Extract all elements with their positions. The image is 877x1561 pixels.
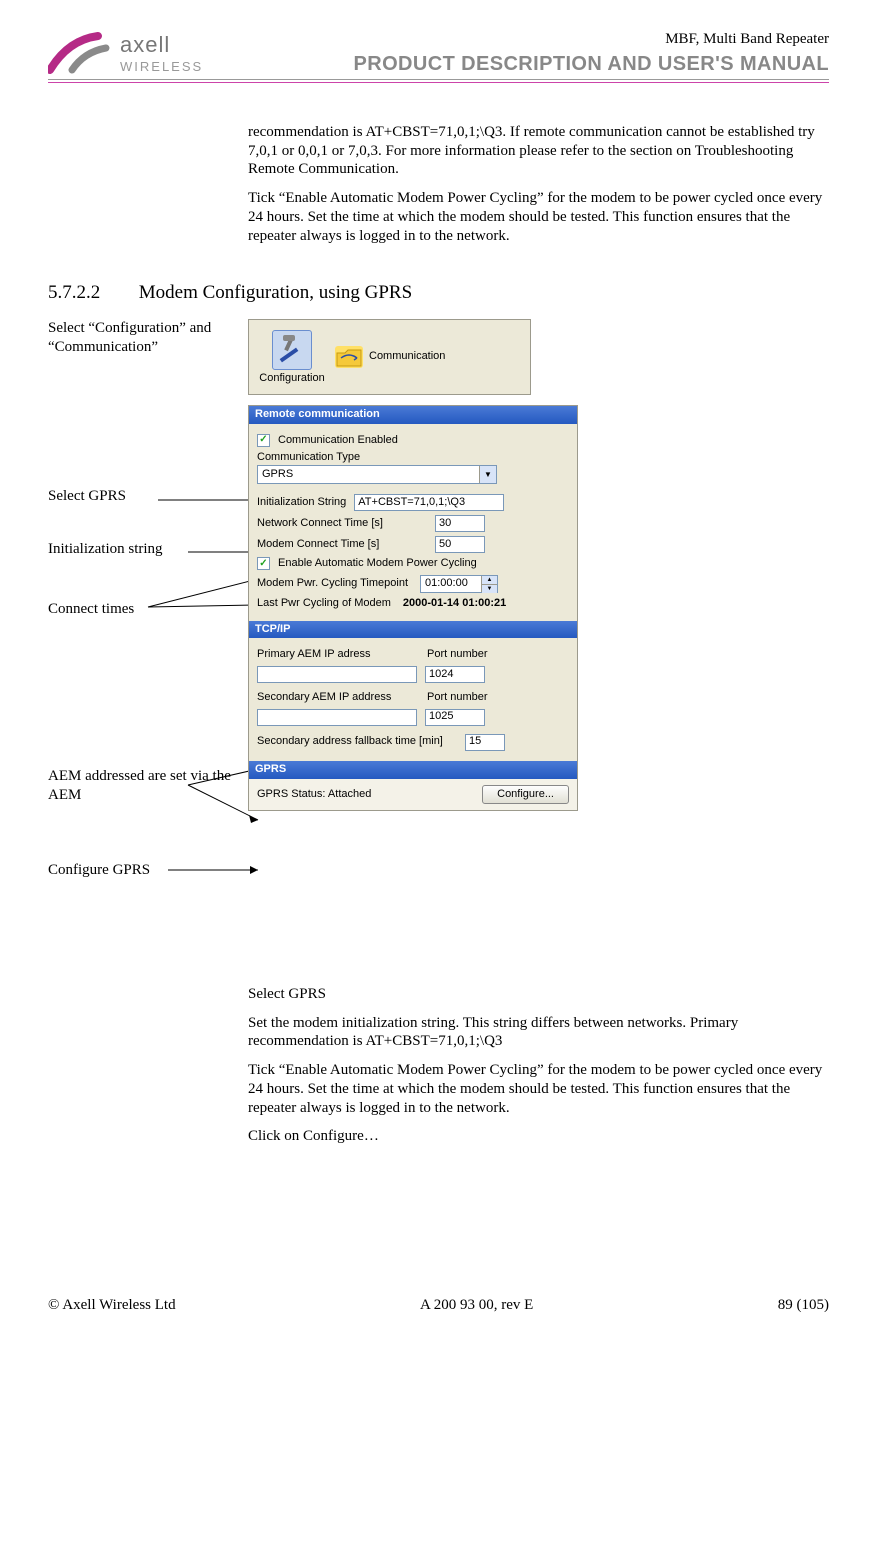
page-footer: © Axell Wireless Ltd A 200 93 00, rev E … (48, 1296, 829, 1315)
tcp-labels-1: Primary AEM IP adress Port number (257, 648, 569, 662)
fallback-input[interactable]: 15 (465, 734, 505, 751)
spinner-buttons[interactable]: ▲▼ (481, 576, 497, 592)
section-heading: 5.7.2.2 Modem Configuration, using GPRS (48, 281, 829, 305)
port-label-2: Port number (427, 691, 488, 705)
annot-select-gprs: Select GPRS (48, 487, 238, 506)
modem-time-row: Modem Connect Time [s] 50 (257, 536, 569, 553)
remote-comm-header: Remote communication (249, 406, 577, 424)
prim-ip-label: Primary AEM IP adress (257, 648, 407, 662)
header-accent-rule (48, 82, 829, 83)
fallback-label: Secondary address fallback time [min] (257, 735, 457, 749)
annot-aem: AEM addressed are set via the AEM (48, 767, 238, 805)
tcp-labels-2: Secondary AEM IP address Port number (257, 691, 569, 705)
init-string-label: Initialization String (257, 496, 346, 510)
footer-left: © Axell Wireless Ltd (48, 1296, 176, 1315)
tcpip-header: TCP/IP (249, 621, 577, 639)
comm-type-select[interactable]: GPRS ▼ (257, 465, 497, 484)
remote-comm-body: ✓ Communication Enabled Communication Ty… (249, 424, 577, 621)
doc-name: MBF, Multi Band Repeater (354, 30, 830, 49)
chevron-down-icon: ▼ (479, 466, 496, 483)
intro-para-1: recommendation is AT+CBST=71,0,1;\Q3. If… (248, 123, 829, 179)
comm-enabled-row: ✓ Communication Enabled (257, 434, 569, 448)
brand-logo: axell WIRELESS (48, 30, 203, 76)
fallback-row: Secondary address fallback time [min] 15 (257, 734, 569, 751)
communication-folder-icon[interactable] (335, 346, 363, 368)
prim-port-input[interactable]: 1024 (425, 666, 485, 683)
prim-ip-input[interactable] (257, 666, 417, 683)
cycle-timepoint-row: Modem Pwr. Cycling Timepoint 01:00:00 ▲▼ (257, 575, 569, 593)
init-string-input[interactable]: AT+CBST=71,0,1;\Q3 (354, 494, 504, 511)
net-time-label: Network Connect Time [s] (257, 517, 427, 531)
gprs-header: GPRS (249, 761, 577, 779)
post-para-4: Click on Configure… (248, 1127, 829, 1146)
post-block: Select GPRS Set the modem initialization… (248, 985, 829, 1146)
doc-subtitle: PRODUCT DESCRIPTION AND USER'S MANUAL (354, 52, 830, 77)
tcpip-body: Primary AEM IP adress Port number 1024 S… (249, 638, 577, 761)
last-cycle-value: 2000-01-14 01:00:21 (403, 597, 506, 611)
step-1-row: Select “Configuration” and “Communicatio… (48, 319, 829, 395)
cycle-timepoint-input[interactable]: 01:00:00 ▲▼ (420, 575, 498, 593)
last-cycle-label: Last Pwr Cycling of Modem (257, 597, 391, 611)
configuration-label: Configuration (257, 372, 327, 386)
comm-enabled-label: Communication Enabled (278, 434, 398, 448)
modem-time-input[interactable]: 50 (435, 536, 485, 553)
footer-right: 89 (105) (778, 1296, 829, 1315)
auto-cycle-label: Enable Automatic Modem Power Cycling (278, 557, 477, 571)
auto-cycle-checkbox[interactable]: ✓ (257, 557, 270, 570)
port-label-1: Port number (427, 648, 488, 662)
brand-line2: WIRELESS (120, 59, 203, 75)
sec-ip-input[interactable] (257, 709, 417, 726)
net-time-row: Network Connect Time [s] 30 (257, 515, 569, 532)
gprs-body: GPRS Status: Attached Configure... (249, 779, 577, 811)
comm-type-value: GPRS (262, 468, 293, 482)
post-para-2: Set the modem initialization string. Thi… (248, 1014, 829, 1052)
cycle-timepoint-label: Modem Pwr. Cycling Timepoint (257, 577, 412, 591)
annot-connect-times: Connect times (48, 600, 238, 619)
cycle-timepoint-value: 01:00:00 (421, 577, 481, 591)
annot-configure: Configure GPRS (48, 861, 238, 880)
wrench-hammer-icon (272, 330, 312, 370)
configure-button[interactable]: Configure... (482, 785, 569, 805)
page-header: axell WIRELESS MBF, Multi Band Repeater … (48, 30, 829, 80)
header-titles: MBF, Multi Band Repeater PRODUCT DESCRIP… (354, 30, 830, 77)
annotated-block: Select GPRS Initialization string Connec… (48, 405, 829, 965)
last-cycle-row: Last Pwr Cycling of Modem 2000-01-14 01:… (257, 597, 569, 611)
modem-time-label: Modem Connect Time [s] (257, 538, 427, 552)
intro-para-2: Tick “Enable Automatic Modem Power Cycli… (248, 189, 829, 245)
section-title: Modem Configuration, using GPRS (139, 282, 412, 303)
sec-port-input[interactable]: 1025 (425, 709, 485, 726)
section-number: 5.7.2.2 (48, 281, 134, 305)
comm-enabled-checkbox[interactable]: ✓ (257, 434, 270, 447)
brand-line1: axell (120, 31, 203, 59)
tcp-inputs-2: 1025 (257, 709, 569, 726)
init-string-row: Initialization String AT+CBST=71,0,1;\Q3 (257, 494, 569, 511)
remote-comm-window: Remote communication ✓ Communication Ena… (248, 405, 578, 812)
toolbar-figure: Configuration Communication (248, 319, 531, 395)
annot-init-string: Initialization string (48, 540, 238, 559)
tcp-inputs-1: 1024 (257, 666, 569, 683)
configuration-button[interactable]: Configuration (255, 326, 329, 388)
brand-text: axell WIRELESS (120, 31, 203, 75)
gprs-status: GPRS Status: Attached (257, 788, 371, 802)
axell-swoosh-icon (48, 30, 118, 76)
net-time-input[interactable]: 30 (435, 515, 485, 532)
step-1-label: Select “Configuration” and “Communicatio… (48, 319, 248, 357)
sec-ip-label: Secondary AEM IP address (257, 691, 407, 705)
comm-type-label: Communication Type (257, 451, 569, 465)
post-para-1: Select GPRS (248, 985, 829, 1004)
toolbar-panel: Configuration Communication (249, 320, 530, 394)
communication-label: Communication (369, 350, 445, 364)
intro-block: recommendation is AT+CBST=71,0,1;\Q3. If… (248, 123, 829, 246)
footer-center: A 200 93 00, rev E (420, 1296, 533, 1315)
post-para-3: Tick “Enable Automatic Modem Power Cycli… (248, 1061, 829, 1117)
auto-cycle-row: ✓ Enable Automatic Modem Power Cycling (257, 557, 569, 571)
